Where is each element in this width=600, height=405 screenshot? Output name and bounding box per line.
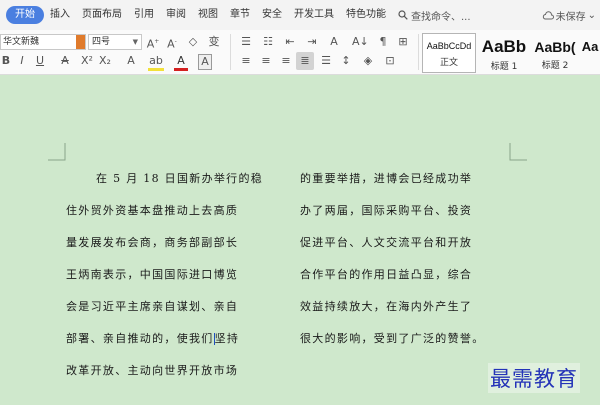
text-line: 量发展发布会商，商务部副部长 — [66, 236, 239, 249]
phonetic-guide-icon[interactable]: 变 — [206, 35, 222, 49]
shrink-font-icon[interactable]: A- — [165, 35, 179, 52]
text-segment: 部署、亲自推动的，使我们 — [66, 332, 214, 345]
grow-font-icon[interactable]: A+ — [146, 35, 160, 52]
text-line: 的重要举措，进博会已经成功举 — [300, 172, 473, 185]
text-line: 很大的影响，受到了广泛的赞誉。 — [300, 332, 485, 345]
cloud-icon — [542, 10, 554, 19]
superscript-icon[interactable]: X² — [80, 54, 94, 68]
paint-bucket-icon[interactable]: ◈ — [360, 54, 376, 68]
style-normal[interactable]: AaBbCcDd 正文 — [422, 33, 476, 73]
tab-chapter[interactable]: 章节 — [224, 6, 256, 24]
align-right-icon[interactable]: ≡ — [278, 54, 294, 68]
text-line: 会是习近平主席亲自谋划、亲自 — [66, 300, 239, 313]
ribbon-separator — [230, 34, 231, 70]
font-name-value: 华文新魏 — [3, 37, 40, 47]
style-name: 标题 1 — [490, 62, 518, 72]
tab-review[interactable]: 审阅 — [160, 6, 192, 24]
sort-icon[interactable]: A↓ — [352, 35, 369, 49]
style-heading-1[interactable]: AaBb 标题 1 — [478, 33, 530, 73]
subscript-icon[interactable]: X₂ — [98, 54, 112, 68]
text-line: 效益持续放大，在海内外产生了 — [300, 300, 473, 313]
command-search-label: 查找命令、... — [411, 11, 471, 23]
save-status-label: 未保存 — [555, 11, 586, 23]
ribbon-toolbar: 华文新魏 四号 ▼ A+ A- ◇ 变 B I U A X² X₂ A ab A… — [0, 30, 600, 75]
command-search[interactable]: 查找命令、... — [392, 8, 477, 23]
strikethrough-icon[interactable]: A — [58, 54, 72, 68]
chevron-down-icon: ⌄ — [587, 9, 596, 21]
crop-mark-top-right — [509, 143, 527, 161]
text-line: 改革开放、主动向世界开放市场 — [66, 364, 239, 377]
crop-mark-top-left — [48, 143, 66, 161]
style-name: 标题 2 — [541, 61, 569, 71]
style-sample: Aa — [581, 39, 599, 54]
tab-special-features[interactable]: 特色功能 — [340, 6, 392, 24]
text-line: 王炳南表示，中国国际进口博览 — [66, 268, 239, 281]
increase-indent-icon[interactable]: ⇥ — [304, 35, 320, 49]
text-line: 部署、亲自推动的，使我们坚持 — [66, 331, 239, 347]
chinese-layout-icon[interactable]: A — [326, 35, 342, 49]
bullet-list-icon[interactable]: ☰ — [238, 35, 254, 49]
line-spacing-icon[interactable]: ↕ — [338, 54, 354, 68]
decrease-indent-icon[interactable]: ⇤ — [282, 35, 298, 49]
text-line: 办了两届，国际采购平台、投资 — [300, 204, 473, 217]
text-line: 住外贸外资基本盘推动上去高质 — [66, 204, 239, 217]
tab-page-layout[interactable]: 页面布局 — [76, 6, 128, 24]
borders-icon[interactable]: ⊡ — [382, 54, 398, 68]
font-size-select[interactable]: 四号 ▼ — [88, 34, 142, 50]
font-size-value: 四号 — [92, 37, 111, 47]
text-effect-icon[interactable]: A — [124, 54, 138, 68]
tab-insert[interactable]: 插入 — [44, 6, 76, 24]
tab-start[interactable]: 开始 — [6, 6, 44, 24]
save-status[interactable]: 未保存 ⌄ — [542, 8, 600, 23]
watermark-logo: 最需教育 — [488, 363, 580, 393]
text-line: 合作平台的作用日益凸显，综合 — [300, 268, 473, 281]
highlight-icon[interactable]: ab — [148, 54, 164, 71]
font-name-dropdown-icon[interactable] — [76, 35, 85, 49]
style-name: 正文 — [439, 58, 458, 68]
character-shading-icon[interactable]: A — [198, 54, 212, 70]
text-segment: 坚持 — [214, 332, 240, 345]
search-icon — [398, 10, 408, 20]
chevron-down-icon: ▼ — [132, 38, 138, 46]
distributed-align-icon[interactable]: ☰ — [318, 54, 334, 68]
style-heading-2[interactable]: AaBb( 标题 2 — [530, 33, 580, 73]
text-line: 促进平台、人文交流平台和开放 — [300, 236, 473, 249]
menu-bar: 开始 插入 页面布局 引用 审阅 视图 章节 安全 开发工具 特色功能 查找命令… — [0, 0, 600, 30]
show-marks-icon[interactable]: ¶ — [376, 35, 390, 49]
style-sample: AaBb( — [534, 39, 576, 55]
font-name-select[interactable]: 华文新魏 — [0, 34, 86, 50]
tab-view[interactable]: 视图 — [192, 6, 224, 24]
underline-icon[interactable]: U — [33, 54, 47, 68]
tab-security[interactable]: 安全 — [256, 6, 288, 24]
tab-references[interactable]: 引用 — [128, 6, 160, 24]
style-heading-3[interactable]: Aa — [580, 33, 600, 73]
ribbon-separator — [418, 34, 419, 70]
align-left-icon[interactable]: ≡ — [238, 54, 254, 68]
bold-icon[interactable]: B — [0, 54, 12, 68]
clear-format-icon[interactable]: ◇ — [186, 35, 200, 49]
style-sample: AaBbCcDd — [426, 41, 472, 51]
numbered-list-icon[interactable]: ☷ — [260, 35, 276, 49]
text-line: 在 5 月 18 日国新办举行的稳 — [96, 172, 264, 185]
document-page[interactable]: 在 5 月 18 日国新办举行的稳 住外贸外资基本盘推动上去高质 量发展发布会商… — [0, 75, 600, 405]
font-color-icon[interactable]: A — [174, 54, 188, 71]
table-border-icon[interactable]: ⊞ — [396, 35, 410, 49]
align-center-icon[interactable]: ≡ — [258, 54, 274, 68]
italic-icon[interactable]: I — [16, 54, 28, 68]
tab-developer[interactable]: 开发工具 — [288, 6, 340, 24]
justify-icon[interactable]: ≣ — [296, 52, 314, 70]
style-sample: AaBb — [481, 37, 527, 56]
